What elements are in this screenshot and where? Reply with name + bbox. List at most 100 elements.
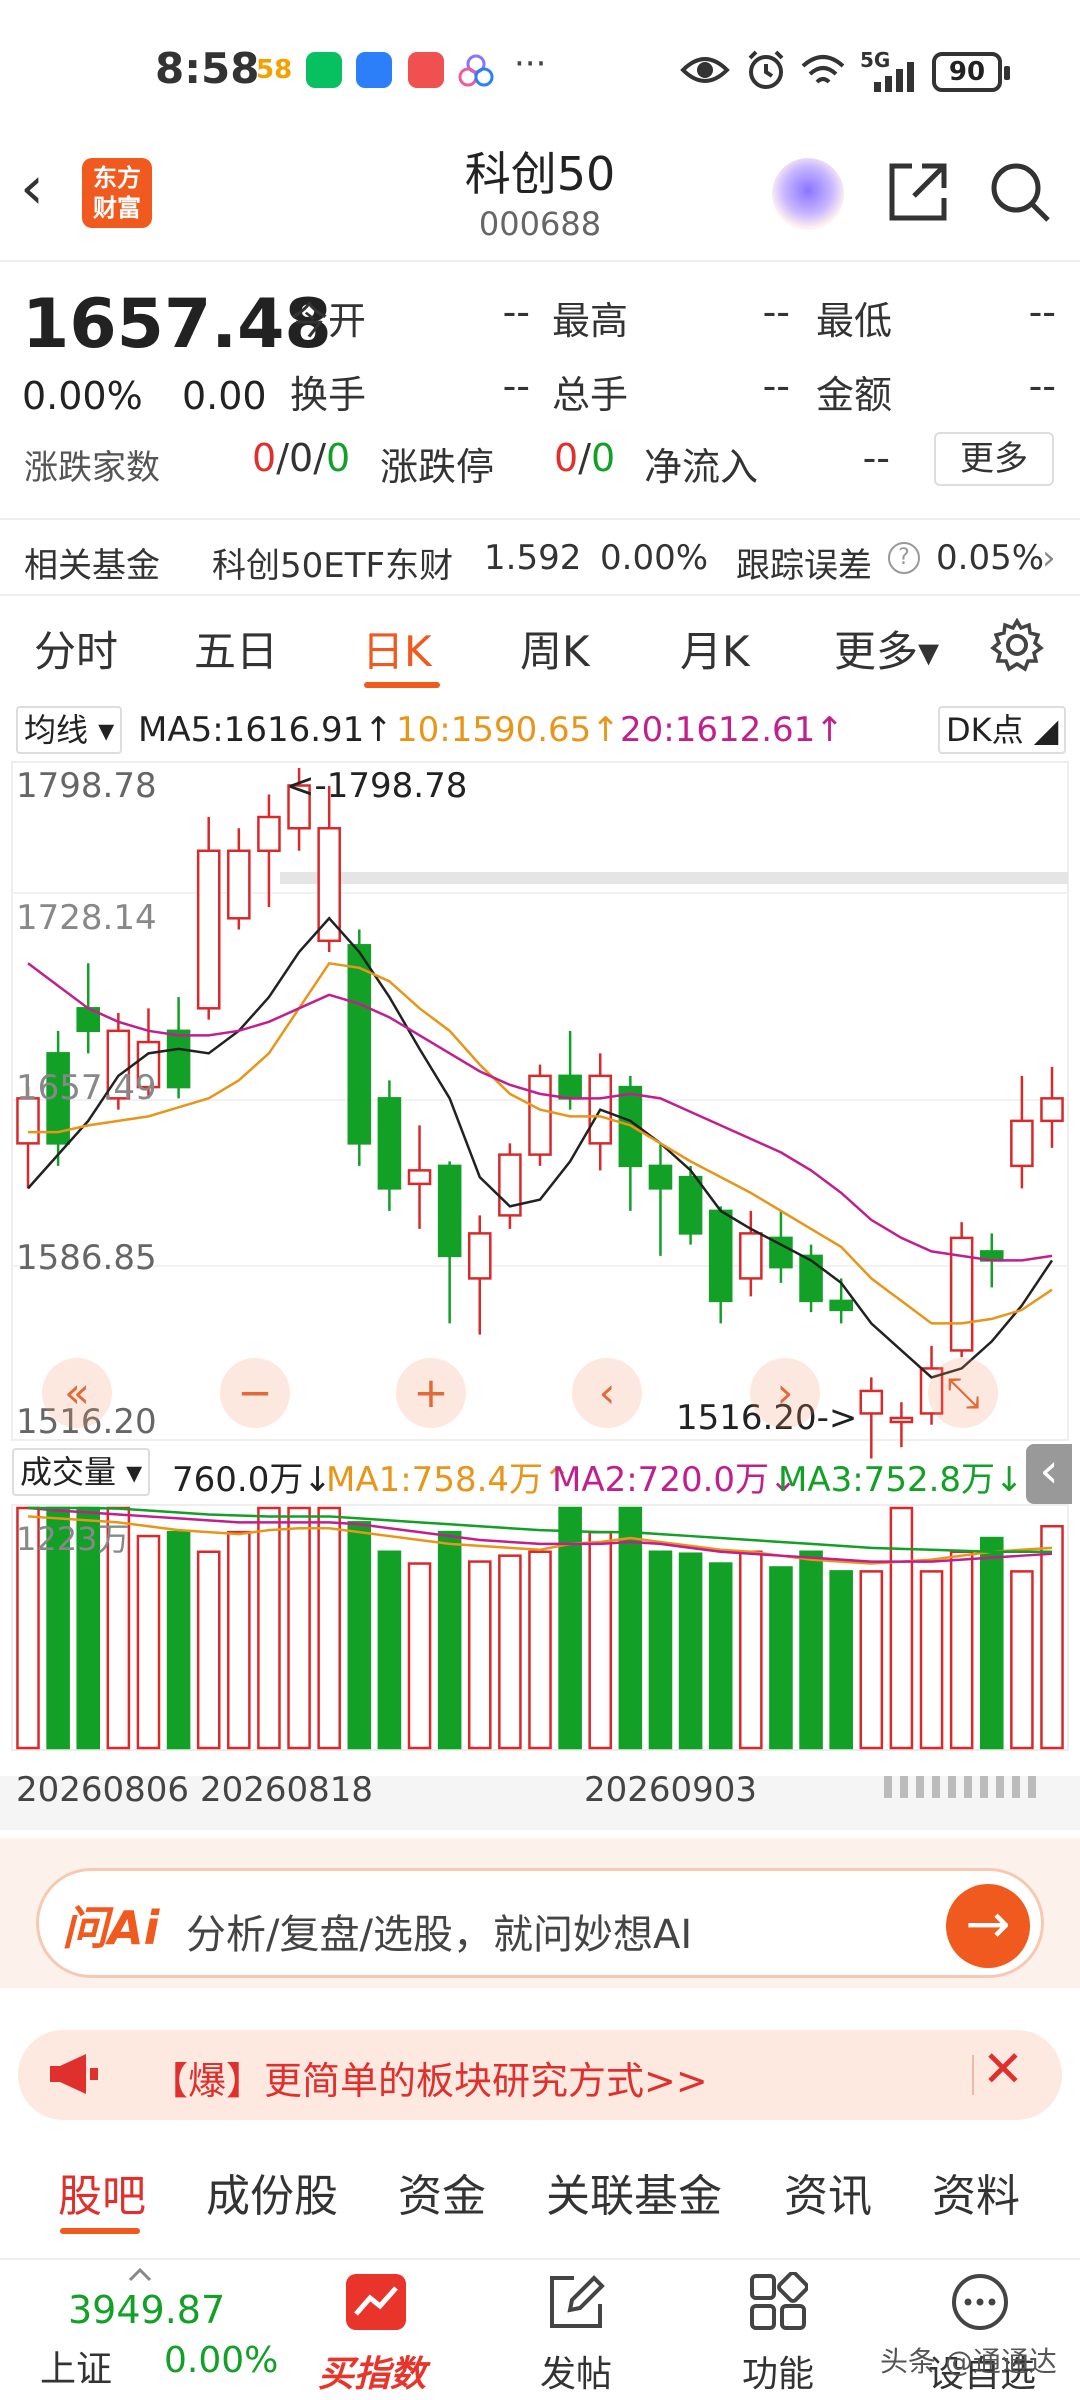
candle-body [467, 1232, 492, 1280]
candle-body [528, 1074, 552, 1156]
low-value: -- [1028, 290, 1056, 334]
eye-icon [680, 57, 730, 83]
candle-body [829, 1299, 853, 1312]
buy-index-label[interactable]: 买指数 [318, 2345, 426, 2397]
turnover-label: 换手 [290, 373, 367, 417]
zoom-in-button[interactable]: + [396, 1358, 466, 1428]
index-name[interactable]: 上证 [40, 2340, 112, 2392]
volume-ma2: MA2:720.0万↓ [552, 1460, 798, 1500]
scroll-left-button[interactable]: ‹ [572, 1358, 642, 1428]
volume-bar [498, 1554, 522, 1750]
share-icon[interactable] [886, 160, 950, 224]
high-label: 最高 [552, 299, 629, 343]
advance-sep-1: / [276, 436, 289, 480]
signal-icon [874, 62, 914, 92]
ma-indicator-selector[interactable]: 均线 ▾ [16, 706, 123, 754]
volume-scale-label: 1223万 [16, 1520, 130, 1558]
price-tick-2: 1728.14 [16, 898, 157, 938]
back-button[interactable]: ‹ [20, 158, 44, 218]
candle-body [859, 1389, 884, 1415]
volume-value: -- [762, 364, 790, 408]
volume-ma3: MA3:752.8万↓ [778, 1460, 1024, 1500]
caret-up-icon[interactable] [128, 2268, 152, 2282]
function-label[interactable]: 功能 [742, 2345, 814, 2397]
current-price: 1657.48 [22, 285, 332, 364]
volume-ma1: MA1:758.4万↑ [326, 1460, 572, 1500]
kline-chart[interactable] [0, 0, 1080, 1830]
volume-bar [287, 1506, 311, 1750]
megaphone-icon [50, 2054, 98, 2094]
fund-row-label: 相关基金 [24, 546, 160, 586]
candle-body [588, 1074, 613, 1145]
advance-decline-values: 0/0/0 [252, 436, 350, 480]
edit-post-icon[interactable] [546, 2272, 606, 2332]
limit-values: 0/0 [554, 436, 615, 480]
volume-bar [227, 1530, 251, 1750]
tab-funds-flow[interactable]: 资金 [398, 2160, 486, 2224]
volume-bar [859, 1570, 884, 1750]
collapse-panel-button[interactable]: ‹ [1026, 1444, 1072, 1504]
candle-body [949, 1236, 974, 1352]
candle-body [196, 849, 221, 1010]
ai-logo: 问Ai [62, 1901, 160, 1955]
header-divider [0, 260, 1080, 262]
volume-bar [588, 1530, 613, 1750]
post-label[interactable]: 发帖 [540, 2345, 612, 2397]
volume-indicator-selector[interactable]: 成交量 ▾ [12, 1448, 151, 1496]
advance-down: 0 [326, 436, 351, 480]
tab-weekly-k[interactable]: 周K [520, 618, 590, 679]
tab-constituents[interactable]: 成份股 [206, 2160, 338, 2224]
more-quote-button[interactable]: 更多 [934, 432, 1054, 486]
tab-news[interactable]: 资讯 [784, 2160, 872, 2224]
tab-daily-k[interactable]: 日K [362, 618, 432, 679]
wifi-icon [801, 55, 845, 84]
ai-go-button[interactable]: → [946, 1884, 1030, 1968]
volume-bar [618, 1506, 643, 1750]
tab-intraday[interactable]: 分时 [34, 618, 118, 679]
ma10-line [28, 961, 1053, 1325]
candle-body [678, 1175, 703, 1235]
more-circle-icon[interactable] [950, 2272, 1010, 2332]
banner-text[interactable]: 【爆】更简单的板块研究方式>> [150, 2050, 708, 2105]
ma5-value: MA5:1616.91↑ [138, 710, 393, 750]
change-value: 0.00 [182, 374, 267, 418]
fullscreen-button[interactable]: ⤡ [928, 1358, 998, 1428]
help-icon[interactable]: ? [888, 542, 920, 574]
change-percent: 0.00% [22, 374, 143, 418]
function-grid-icon[interactable] [748, 2272, 808, 2332]
dk-point-button[interactable]: DK点 ◢ [938, 706, 1067, 754]
trend-chart-icon[interactable] [344, 2272, 408, 2332]
zoom-out-button[interactable]: − [220, 1358, 290, 1428]
bottom-tab-indicator [60, 2228, 140, 2234]
tab-forum[interactable]: 股吧 [58, 2160, 146, 2224]
limit-up: 0 [554, 436, 579, 480]
date-label-1: 20260806 [16, 1770, 190, 1810]
index-pct[interactable]: 0.00% [164, 2340, 278, 2381]
scroll-start-button[interactable]: « [42, 1358, 112, 1428]
search-icon[interactable] [988, 160, 1052, 224]
app-logo[interactable]: 东方 财富 [82, 158, 152, 228]
volume-bar [377, 1550, 402, 1750]
banner-close-button[interactable]: ✕ [982, 2040, 1024, 2098]
related-fund-row[interactable]: 相关基金 科创50ETF东财 1.592 0.00% 跟踪误差 ? 0.05% … [0, 518, 1080, 596]
settings-gear-icon[interactable] [990, 618, 1044, 672]
scroll-right-button[interactable]: › [750, 1358, 820, 1428]
amount-label: 金额 [816, 373, 893, 417]
tab-more[interactable]: 更多▾ [834, 618, 939, 679]
candle-body [889, 1416, 914, 1424]
open-value: -- [502, 290, 530, 334]
candle-body [377, 1097, 402, 1190]
tab-profile[interactable]: 资料 [932, 2160, 1020, 2224]
candle-body [979, 1250, 1004, 1262]
ai-assistant-avatar[interactable] [772, 158, 844, 230]
candle-body [437, 1164, 462, 1258]
status-time: 8:58 [155, 44, 260, 93]
tab-monthly-k[interactable]: 月K [680, 618, 750, 679]
tab-related-funds[interactable]: 关联基金 [546, 2160, 722, 2224]
volume-bar [136, 1534, 161, 1750]
tab-five-day[interactable]: 五日 [194, 618, 278, 679]
vol-ma1-line [27, 1515, 1053, 1565]
logo-text-top: 东方 [93, 164, 141, 192]
ai-prompt[interactable]: 分析/复盘/选股，就问妙想AI [186, 1902, 692, 1960]
index-price[interactable]: 3949.87 [68, 2288, 225, 2332]
